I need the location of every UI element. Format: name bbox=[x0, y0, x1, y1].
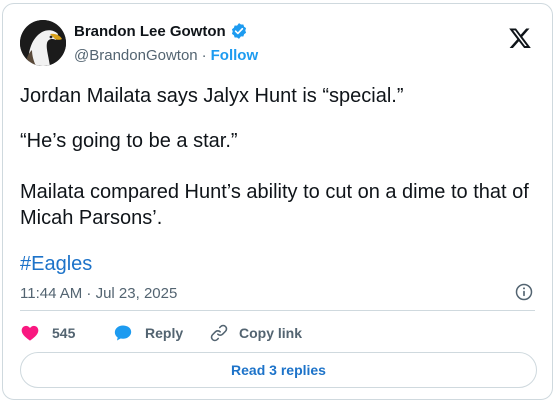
info-icon[interactable] bbox=[514, 282, 534, 302]
like-count: 545 bbox=[52, 325, 76, 341]
follow-button[interactable]: Follow bbox=[211, 47, 259, 64]
tweet-paragraph-1: Jordan Mailata says Jalyx Hunt is “speci… bbox=[20, 85, 404, 107]
tweet-header: Brandon Lee Gowton @BrandonGowton · Foll… bbox=[20, 20, 536, 68]
link-icon bbox=[209, 323, 229, 343]
reply-button[interactable]: Reply bbox=[113, 323, 209, 343]
hashtag-link[interactable]: #Eagles bbox=[20, 251, 92, 277]
reply-bubble-icon bbox=[113, 323, 133, 343]
tweet-card: Brandon Lee Gowton @BrandonGowton · Foll… bbox=[2, 3, 553, 400]
reply-label: Reply bbox=[145, 325, 184, 341]
timestamp-row: 11:44 AM · Jul 23, 2025 bbox=[20, 282, 534, 304]
author-display-name[interactable]: Brandon Lee Gowton bbox=[74, 23, 226, 40]
tweet-timestamp[interactable]: 11:44 AM · Jul 23, 2025 bbox=[20, 285, 177, 302]
tweet-actions: 545 Reply Copy link bbox=[20, 320, 302, 346]
author-info: Brandon Lee Gowton @BrandonGowton · Foll… bbox=[74, 21, 258, 66]
author-handle[interactable]: @BrandonGowton bbox=[74, 47, 198, 64]
tweet-paragraph-3: Mailata compared Hunt’s ability to cut o… bbox=[20, 181, 529, 229]
divider bbox=[20, 310, 535, 311]
like-button[interactable]: 545 bbox=[20, 323, 113, 343]
tweet-paragraph-2: “He’s going to be a star.” bbox=[20, 130, 238, 152]
eagle-avatar-icon[interactable] bbox=[20, 20, 66, 66]
read-replies-button[interactable]: Read 3 replies bbox=[20, 352, 537, 388]
copy-link-button[interactable]: Copy link bbox=[209, 323, 302, 343]
verified-badge-icon bbox=[230, 22, 248, 40]
copy-link-label: Copy link bbox=[239, 325, 303, 341]
x-logo-icon[interactable] bbox=[508, 26, 532, 50]
heart-icon bbox=[20, 323, 40, 343]
separator-dot: · bbox=[201, 46, 207, 64]
